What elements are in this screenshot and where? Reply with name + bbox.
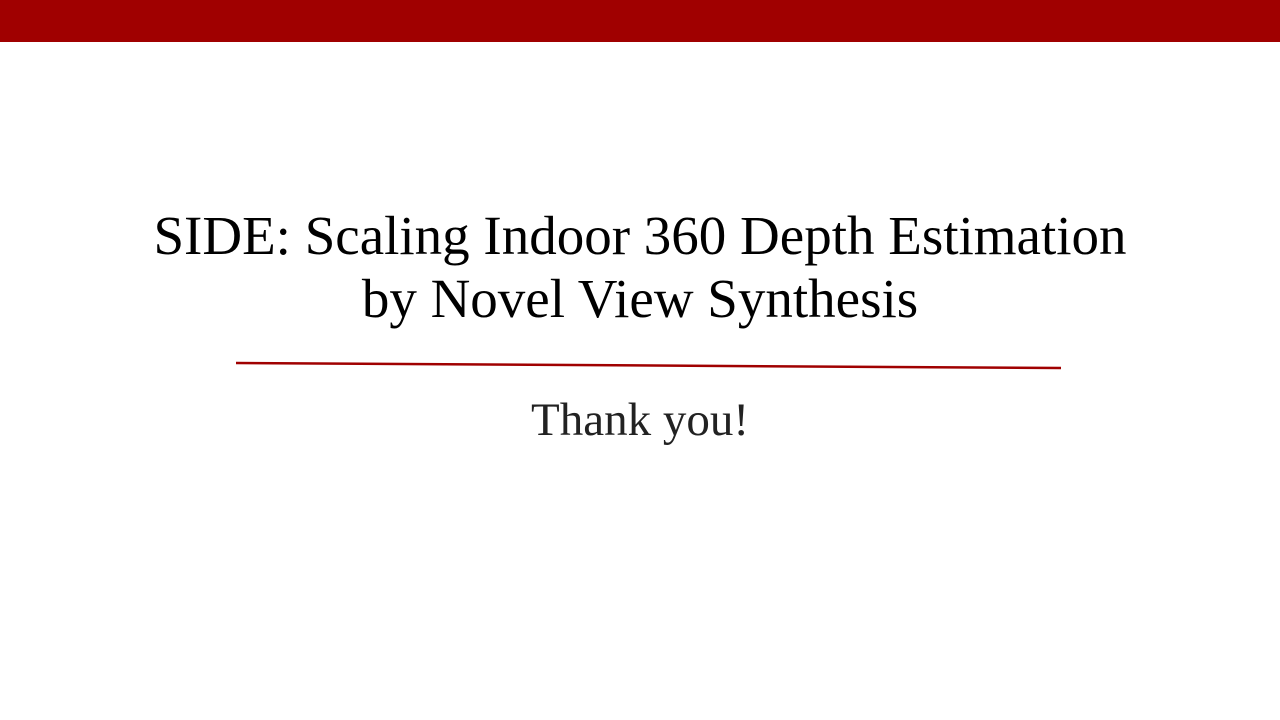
- slide-title-line-2: by Novel View Synthesis: [361, 268, 919, 329]
- title-divider: [235, 361, 1062, 370]
- slide-title: SIDE: Scaling Indoor 360 Depth Estimatio…: [0, 204, 1280, 330]
- slide-subtitle: Thank you!: [531, 394, 749, 446]
- slide-title-line-1: SIDE: Scaling Indoor 360 Depth Estimatio…: [153, 205, 1127, 266]
- slide: SIDE: Scaling Indoor 360 Depth Estimatio…: [0, 0, 1280, 720]
- title-divider-line: [235, 361, 1062, 370]
- top-accent-bar: [0, 0, 1280, 42]
